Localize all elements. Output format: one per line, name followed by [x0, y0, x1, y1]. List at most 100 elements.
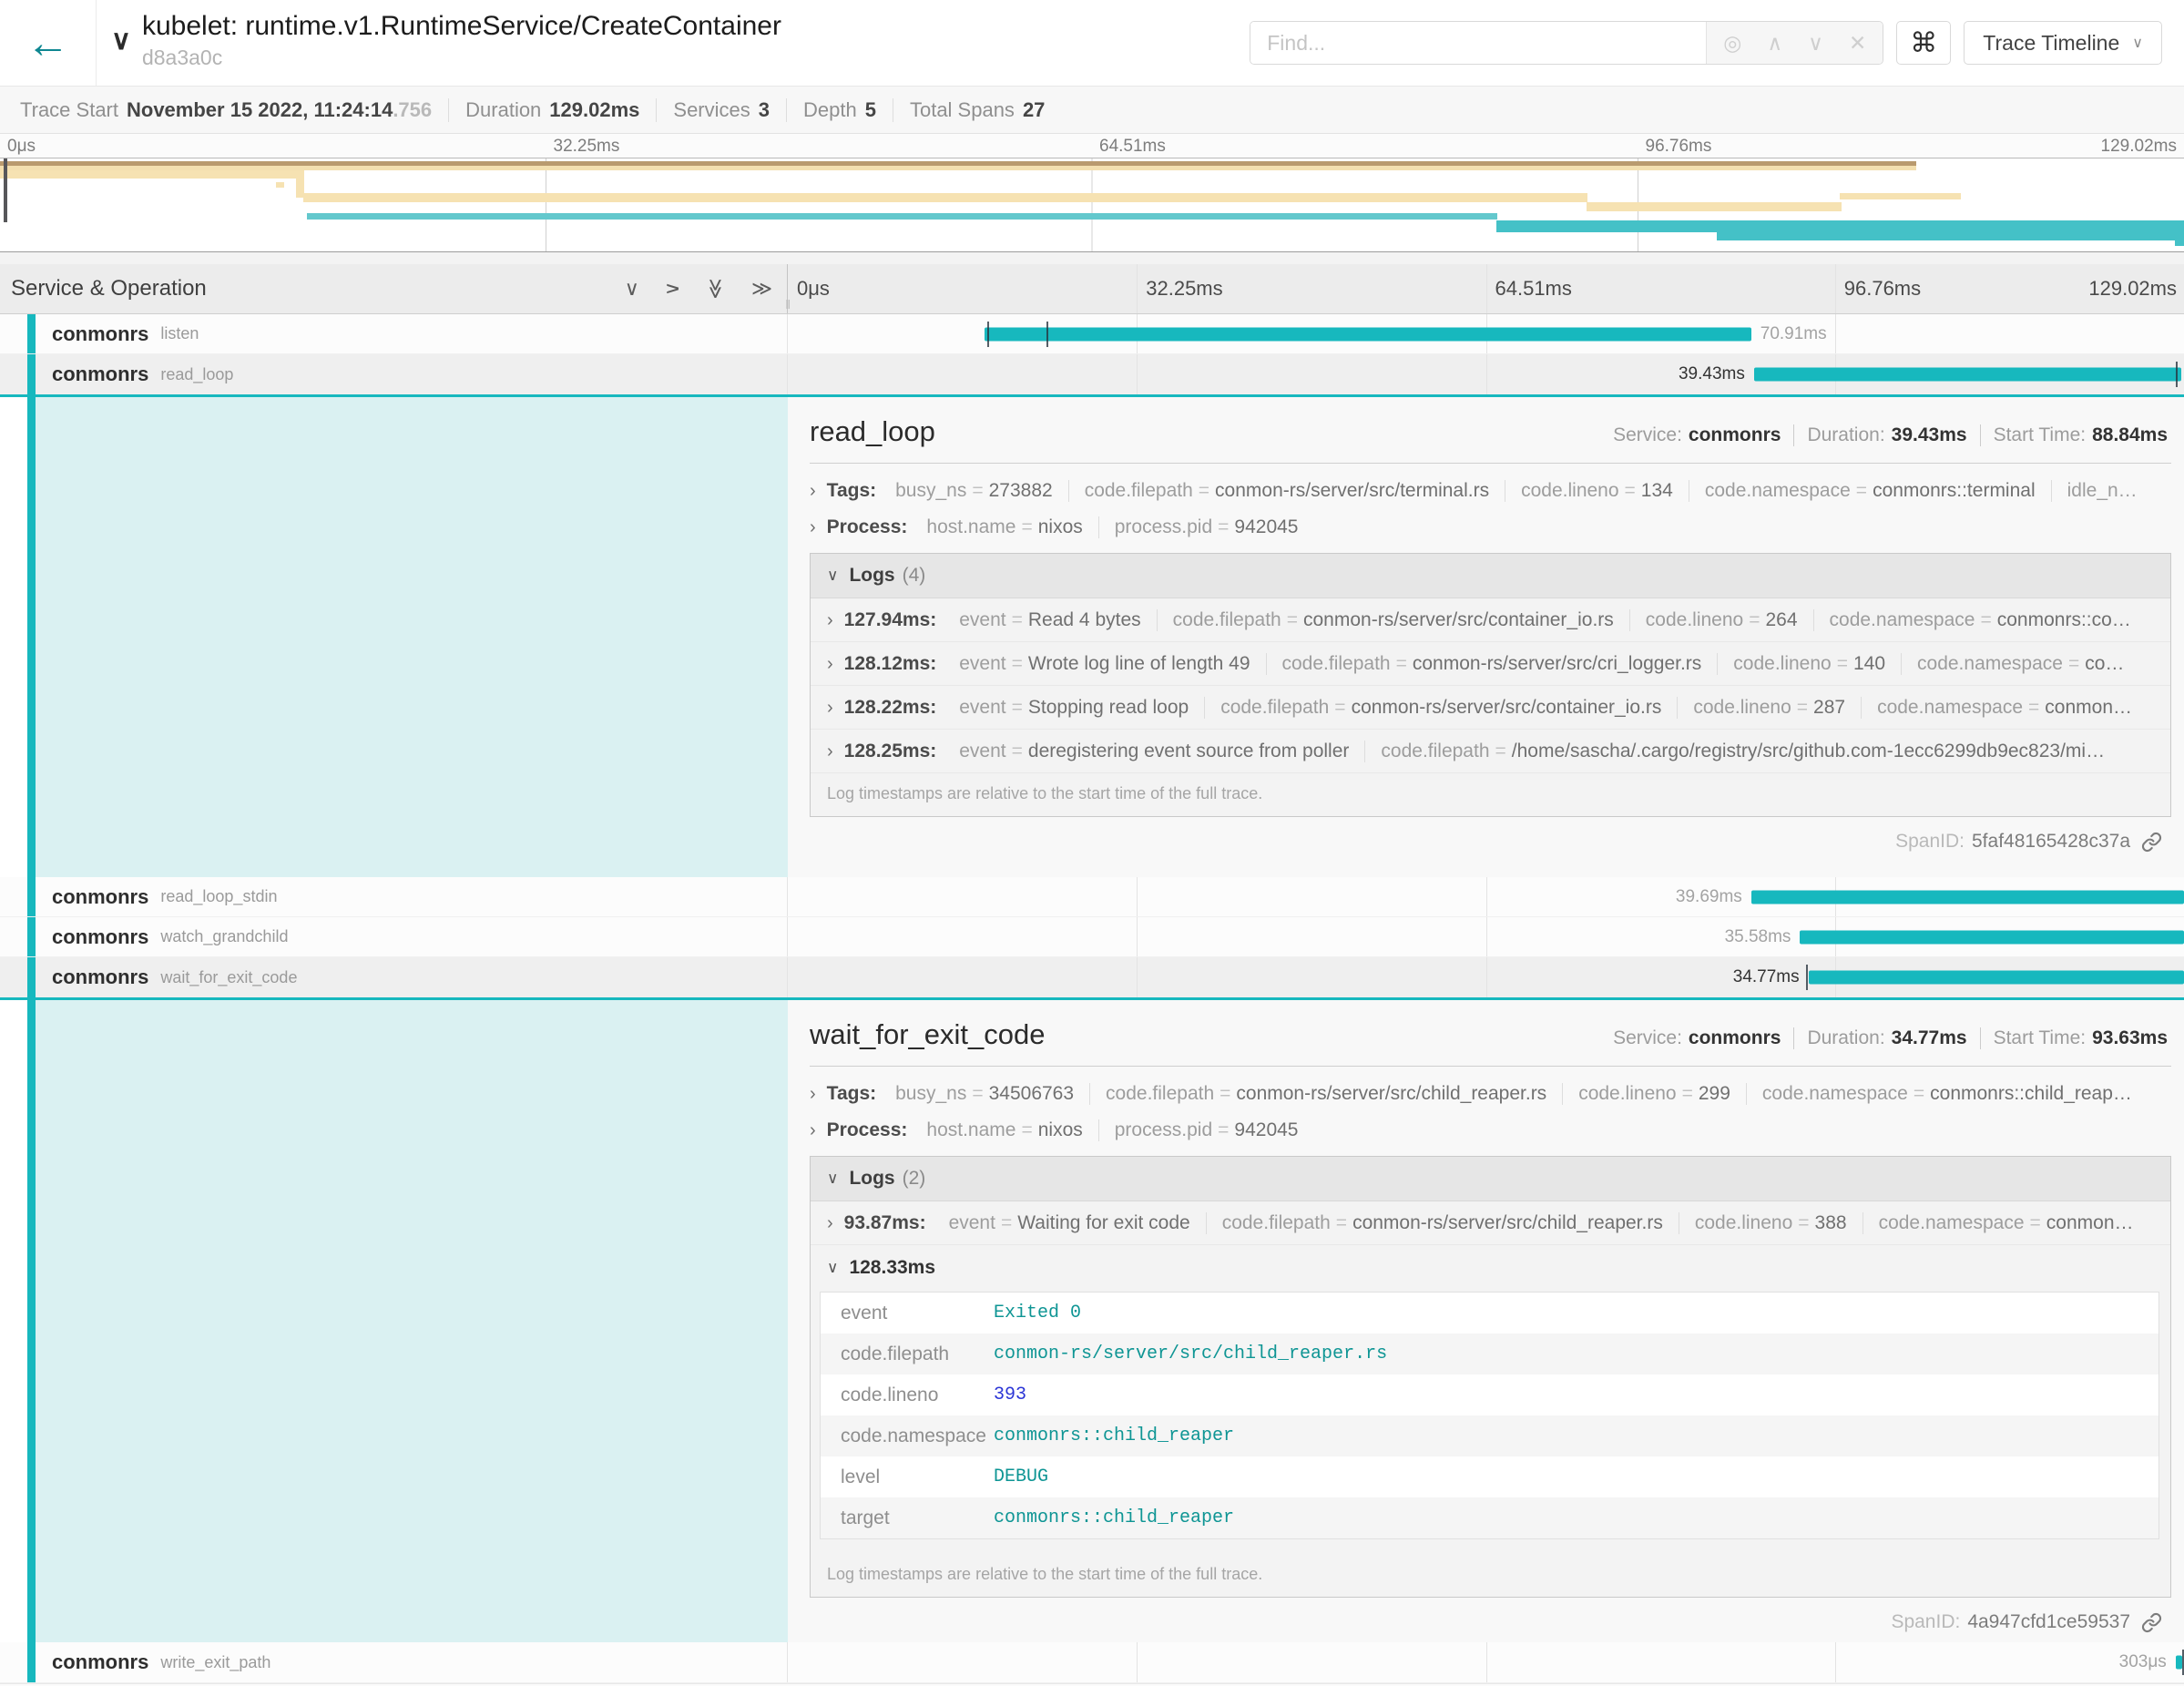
- service-color-indicator: [27, 917, 36, 956]
- span-detail-panel-wait-for-exit-code: wait_for_exit_code Service:conmonrs Dura…: [0, 1000, 2184, 1642]
- minimap-tick: 32.25ms: [554, 137, 620, 157]
- keyboard-shortcuts-button[interactable]: ⌘: [1896, 21, 1951, 65]
- log-field: event=Waiting for exit code: [934, 1212, 1207, 1234]
- process-row[interactable]: › Process: host.name=nixos process.pid=9…: [810, 516, 2171, 538]
- focus-match-icon[interactable]: ◎: [1723, 31, 1741, 56]
- span-row-listen[interactable]: conmonrs listen 70.91ms: [0, 314, 2184, 354]
- expanded-log-header[interactable]: ∨ 128.33ms: [811, 1245, 2170, 1288]
- trace-title-block: ∨ kubelet: runtime.v1.RuntimeService/Cre…: [97, 0, 781, 86]
- log-entry[interactable]: › 128.12ms: event=Wrote log line of leng…: [811, 642, 2170, 686]
- trace-view-app: ← ∨ kubelet: runtime.v1.RuntimeService/C…: [0, 0, 2184, 1686]
- prev-match-icon[interactable]: ∧: [1767, 31, 1782, 56]
- span-bar[interactable]: [1809, 971, 2184, 985]
- log-field: code.filepath=conmon-rs/server/src/child…: [1207, 1212, 1679, 1234]
- find-controls: ◎ ∧ ∨ ✕: [1706, 22, 1883, 64]
- log-entry[interactable]: › 128.22ms: event=Stopping read loop cod…: [811, 686, 2170, 730]
- chevron-right-icon: ›: [810, 482, 816, 500]
- gridline: [1486, 264, 1487, 313]
- span-row-wait-for-exit-code[interactable]: conmonrs wait_for_exit_code 34.77ms: [0, 957, 2184, 1000]
- span-detail-panel-read-loop: read_loop Service:conmonrs Duration:39.4…: [0, 397, 2184, 877]
- trace-depth: Depth5: [787, 98, 893, 122]
- trace-minimap[interactable]: [0, 158, 2184, 252]
- detail-row-tint: [36, 397, 788, 877]
- logs-header[interactable]: ∨ Logs (4): [811, 554, 2170, 598]
- back-button[interactable]: ←: [0, 0, 97, 86]
- log-entry[interactable]: › 127.94ms: event=Read 4 bytes code.file…: [811, 598, 2170, 642]
- logs-footer-note: Log timestamps are relative to the start…: [811, 1554, 2170, 1597]
- next-match-icon[interactable]: ∨: [1808, 31, 1823, 56]
- span-bar[interactable]: [985, 327, 1751, 341]
- span-row-watch-grandchild[interactable]: conmonrs watch_grandchild 35.58ms: [0, 917, 2184, 957]
- page-header: ← ∨ kubelet: runtime.v1.RuntimeService/C…: [0, 0, 2184, 87]
- service-color-indicator: [27, 877, 36, 916]
- log-entry[interactable]: › 93.87ms: event=Waiting for exit code c…: [811, 1201, 2170, 1245]
- minimap-gap: [0, 252, 2184, 264]
- chevron-right-icon: ›: [810, 1121, 816, 1139]
- span-bar[interactable]: [1754, 368, 2181, 382]
- gridline: [1137, 917, 1138, 956]
- clear-find-icon[interactable]: ✕: [1849, 31, 1866, 56]
- gridline: [1137, 264, 1138, 313]
- table-row: levelDEBUG: [821, 1456, 2158, 1497]
- expand-all-icon[interactable]: ≫: [751, 277, 772, 301]
- span-bar[interactable]: [1800, 930, 2184, 944]
- log-entry[interactable]: › 128.25ms: event=deregistering event so…: [811, 730, 2170, 773]
- operation-name: wait_for_exit_code: [160, 968, 297, 987]
- log-field: code.lineno=388: [1679, 1212, 1863, 1234]
- table-row: code.namespaceconmonrs::child_reaper: [821, 1415, 2158, 1456]
- log-field: event=Read 4 bytes: [944, 609, 1157, 631]
- tag: code.lineno=299: [1563, 1083, 1747, 1105]
- title-collapse-chevron-icon[interactable]: ∨: [111, 27, 131, 86]
- process-tag: host.name=nixos: [911, 516, 1098, 538]
- collapse-one-icon[interactable]: ∨: [625, 277, 639, 301]
- service-name: conmonrs: [52, 363, 148, 386]
- axis-tick: 0μs: [797, 277, 830, 301]
- service-operation-header: Service & Operation ∨ ∨ ≫ ≫ ‖: [0, 264, 788, 313]
- span-row-read-loop[interactable]: conmonrs read_loop 39.43ms: [0, 354, 2184, 397]
- process-row[interactable]: › Process: host.name=nixos process.pid=9…: [810, 1119, 2171, 1141]
- chevron-down-icon: ∨: [827, 1170, 838, 1188]
- collapse-all-icon[interactable]: ≫: [703, 278, 727, 299]
- gridline: [1835, 1642, 1836, 1682]
- tag: code.filepath=conmon-rs/server/src/child…: [1090, 1083, 1563, 1105]
- find-input[interactable]: [1250, 22, 1706, 64]
- tags-row[interactable]: › Tags: busy_ns=273882 code.filepath=con…: [810, 480, 2171, 502]
- gridline: [1486, 354, 1487, 394]
- trace-id-short: d8a3a0c: [142, 46, 781, 70]
- gridline: [1137, 354, 1138, 394]
- minimap-graph: [0, 158, 2184, 251]
- span-bar[interactable]: [1751, 890, 2184, 904]
- copy-link-icon[interactable]: [2141, 1612, 2162, 1633]
- copy-link-icon[interactable]: [2141, 832, 2162, 853]
- span-bar[interactable]: [2176, 1656, 2183, 1670]
- chevron-right-icon: ›: [827, 699, 833, 717]
- tags-row[interactable]: › Tags: busy_ns=34506763 code.filepath=c…: [810, 1083, 2171, 1105]
- table-row: code.filepathconmon-rs/server/src/child_…: [821, 1333, 2158, 1374]
- view-mode-dropdown[interactable]: Trace Timeline ∨: [1964, 21, 2162, 65]
- logs-header[interactable]: ∨ Logs (2): [811, 1157, 2170, 1201]
- chevron-down-icon: ∨: [2132, 34, 2143, 52]
- detail-duration: Duration:34.77ms: [1794, 1027, 1980, 1049]
- log-fields-table: eventExited 0 code.filepathconmon-rs/ser…: [820, 1292, 2159, 1539]
- detail-start-time: Start Time:93.63ms: [1981, 1027, 2171, 1049]
- log-field: code.namespace=conmon…: [1863, 1212, 2149, 1234]
- span-row-write-exit-path[interactable]: conmonrs write_exit_path 303μs: [0, 1642, 2184, 1683]
- gridline: [1486, 917, 1487, 956]
- service-color-indicator: [27, 397, 36, 877]
- service-color-indicator: [27, 1642, 36, 1682]
- detail-row-tint: [36, 1000, 788, 1642]
- span-duration-label: 39.43ms: [1679, 364, 1745, 384]
- back-arrow-icon: ←: [26, 18, 70, 68]
- tag: code.filepath=conmon-rs/server/src/termi…: [1069, 480, 1505, 502]
- expand-one-icon[interactable]: ∨: [660, 281, 684, 296]
- service-name: conmonrs: [52, 885, 148, 909]
- minimap-tick: 64.51ms: [1099, 137, 1166, 157]
- log-field: code.filepath=conmon-rs/server/src/cri_l…: [1267, 653, 1719, 675]
- span-row-read-loop-stdin[interactable]: conmonrs read_loop_stdin 39.69ms: [0, 877, 2184, 917]
- logs-count: (2): [903, 1168, 926, 1190]
- service-name: conmonrs: [52, 925, 148, 949]
- divider: [810, 1066, 2171, 1067]
- tag: busy_ns=273882: [880, 480, 1069, 502]
- log-field: code.lineno=287: [1678, 697, 1862, 719]
- command-icon: ⌘: [1910, 27, 1937, 59]
